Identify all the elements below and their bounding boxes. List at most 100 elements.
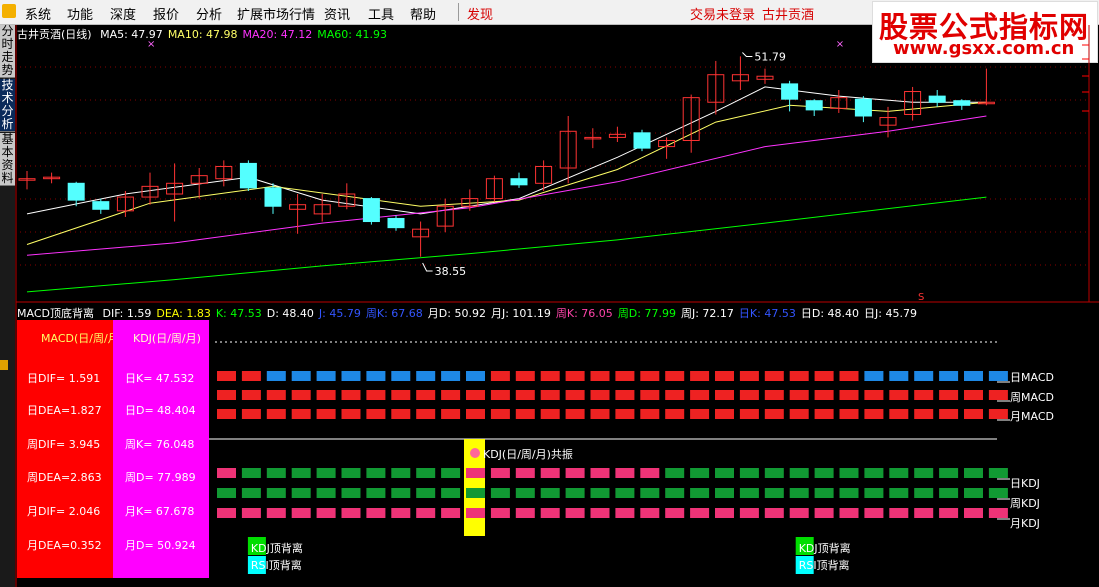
candle [854, 98, 872, 117]
daily-kdj-cell [939, 468, 959, 478]
resonance-icon [470, 448, 480, 458]
monthly-kdj-cell [889, 508, 909, 518]
monthly-kdj-cell [366, 508, 386, 518]
monthly-kdj-cell [764, 508, 784, 518]
daily-kdj-cell [665, 468, 685, 478]
monthly-kdj-cell [341, 508, 361, 518]
daily-macd-cell [490, 371, 510, 381]
indicator-values: DIF: 1.59 DEA: 1.83 K: 47.53 D: 48.40 J: 45.… [97, 307, 916, 320]
candle [239, 162, 257, 189]
monthly-kdj-cell [291, 508, 311, 518]
monthly-kdj-cell [266, 508, 286, 518]
label-daily-kdj: 日KDJ [1010, 477, 1040, 490]
indicator-value: DIF: 1.59 [102, 307, 152, 320]
weekly-kdj-cell [366, 488, 386, 498]
candle [928, 95, 946, 103]
daily-kdj-cell [640, 468, 660, 478]
indicator-value: J: 45.79 [318, 307, 361, 320]
candle [67, 182, 85, 201]
monthly-kdj-cell [640, 508, 660, 518]
rsi-divergence-label: RSI顶背离 [251, 558, 302, 572]
candle [92, 201, 110, 210]
daily-macd-cell [590, 371, 610, 381]
weekly-macd-cell [316, 390, 336, 400]
monthly-macd-cell [266, 409, 286, 419]
weekly-macd-cell [490, 390, 510, 400]
weekly-macd-cell [391, 390, 411, 400]
monthly-macd-cell [217, 409, 236, 419]
weekly-d: 周D= 77.989 [125, 471, 196, 484]
daily-macd-cell [515, 371, 535, 381]
daily-macd-cell [764, 371, 784, 381]
weekly-kdj-cell [540, 488, 560, 498]
monthly-kdj-cell [515, 508, 535, 518]
monthly-macd-cell [739, 409, 759, 419]
label-monthly-macd: 月MACD [1010, 410, 1054, 423]
candle [510, 178, 528, 186]
daily-macd-cell [341, 371, 361, 381]
daily-kdj-cell [490, 468, 510, 478]
weekly-kdj-cell [789, 488, 809, 498]
monthly-macd-cell [839, 409, 859, 419]
candle [264, 187, 282, 207]
daily-k: 日K= 47.532 [125, 372, 195, 385]
daily-kdj-cell [839, 468, 859, 478]
monthly-kdj-cell [789, 508, 809, 518]
sell-signal-marker: S [918, 292, 924, 303]
daily-kdj-cell [416, 468, 436, 478]
daily-macd-cell [441, 371, 461, 381]
weekly-kdj-cell [814, 488, 834, 498]
weekly-kdj-cell [864, 488, 884, 498]
daily-kdj-cell [241, 468, 261, 478]
indicator-value: 日J: 45.79 [864, 307, 917, 320]
weekly-dea: 周DEA=2.863 [27, 471, 102, 484]
weekly-macd-cell [988, 390, 1008, 400]
monthly-kdj-cell [316, 508, 336, 518]
price-marker [742, 52, 753, 58]
weekly-macd-cell [789, 390, 809, 400]
daily-macd-cell [964, 371, 983, 381]
weekly-kdj-cell [217, 488, 236, 498]
weekly-kdj-cell [565, 488, 585, 498]
weekly-kdj-cell [889, 488, 909, 498]
monthly-macd-cell [789, 409, 809, 419]
weekly-macd-cell [266, 390, 286, 400]
daily-dif: 日DIF= 1.591 [27, 372, 101, 385]
daily-macd-cell [665, 371, 685, 381]
ma-line-ma5 [26, 86, 987, 215]
monthly-macd-cell [341, 409, 361, 419]
monthly-macd-cell [690, 409, 710, 419]
daily-macd-cell [814, 371, 834, 381]
monthly-macd-cell [665, 409, 685, 419]
candle [362, 198, 380, 223]
monthly-k: 月K= 67.678 [125, 505, 195, 518]
monthly-macd-cell [864, 409, 884, 419]
weekly-kdj-cell [241, 488, 261, 498]
daily-macd-cell [565, 371, 585, 381]
weekly-kdj-cell [515, 488, 535, 498]
weekly-macd-cell [839, 390, 859, 400]
weekly-macd-cell [764, 390, 784, 400]
indicator-value: 周K: 76.05 [555, 307, 613, 320]
daily-macd-cell [391, 371, 411, 381]
daily-kdj-cell [789, 468, 809, 478]
daily-macd-cell [217, 371, 236, 381]
daily-macd-cell [291, 371, 311, 381]
weekly-kdj-cell [964, 488, 983, 498]
price-annotation: 51.79 [754, 51, 786, 64]
daily-macd-cell [939, 371, 959, 381]
monthly-kdj-cell [864, 508, 884, 518]
daily-kdj-cell [889, 468, 909, 478]
daily-kdj-cell [366, 468, 386, 478]
indicator-header: MACD顶底背离 DIF: 1.59 DEA: 1.83 K: 47.53 D: 48… [17, 305, 917, 321]
monthly-kdj-cell [217, 508, 236, 518]
weekly-macd-cell [416, 390, 436, 400]
rsi-divergence-label: RSI顶背离 [799, 558, 850, 572]
weekly-kdj-cell [615, 488, 635, 498]
daily-kdj-cell [764, 468, 784, 478]
weekly-kdj-cell [490, 488, 510, 498]
weekly-macd-cell [690, 390, 710, 400]
daily-macd-cell [266, 371, 286, 381]
weekly-macd-cell [914, 390, 934, 400]
monthly-macd-cell [764, 409, 784, 419]
